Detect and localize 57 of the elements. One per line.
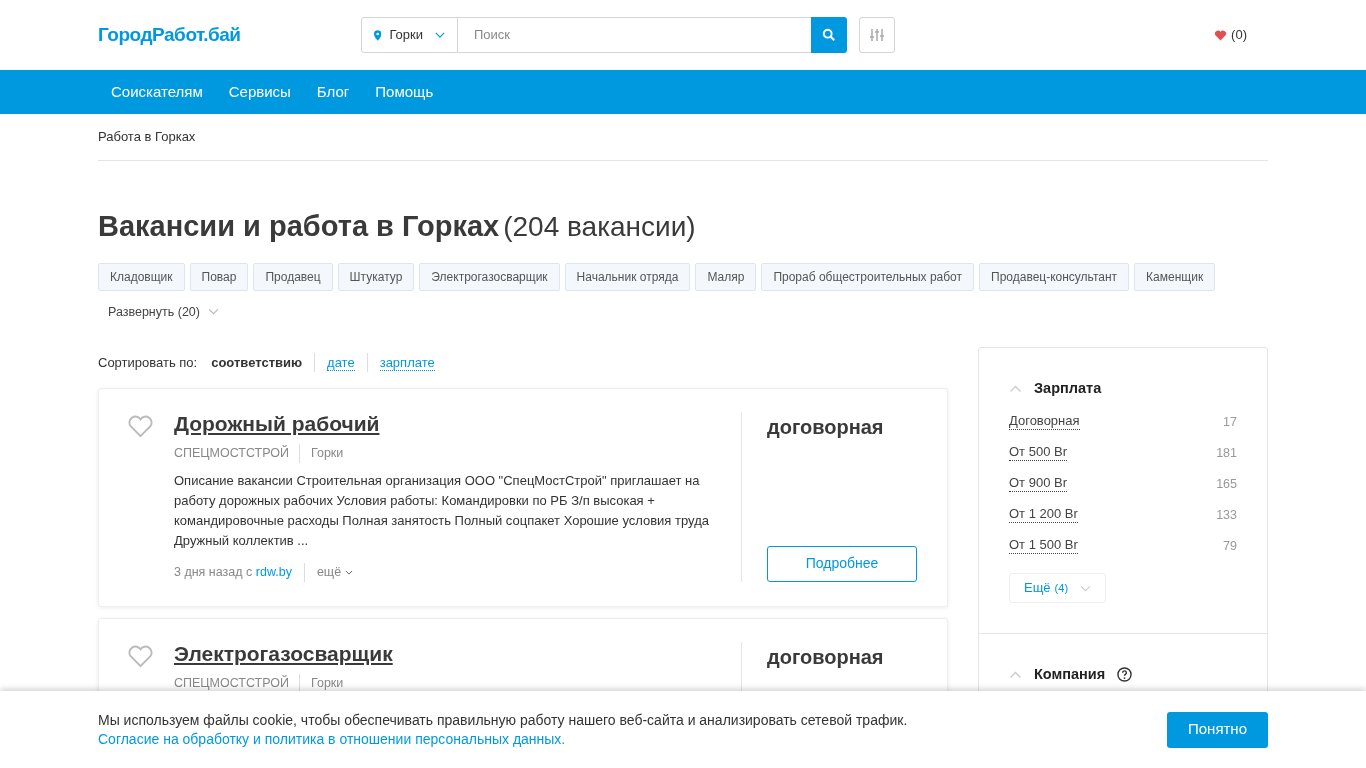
tag-link[interactable]: Кладовщик [98, 262, 185, 291]
chevron-down-icon [1080, 584, 1092, 592]
option-count: 79 [1223, 538, 1237, 555]
search-field[interactable]: Поиск [458, 17, 811, 53]
tag-link[interactable]: Электрогазосварщик [419, 262, 560, 291]
heart-icon [1214, 29, 1228, 41]
tag-link[interactable]: Прораб общестроительных работ [761, 262, 974, 291]
heart-outline-icon[interactable] [127, 643, 154, 668]
expand-button[interactable]: Развернуть (20) [108, 302, 219, 322]
filter-option-link[interactable]: От 500 Br [1009, 444, 1067, 461]
filter-option-link[interactable]: От 1 500 Br [1009, 537, 1078, 554]
vacancy-title-link[interactable]: Электрогазосварщик [174, 641, 717, 666]
salary-text: договорная [767, 415, 885, 441]
filter-option-link[interactable]: От 900 Br [1009, 475, 1067, 492]
chevron-down-icon [207, 308, 219, 316]
map-pin-icon [374, 29, 382, 41]
tag-link[interactable]: Каменщик [1134, 262, 1216, 291]
help-icon[interactable] [1117, 667, 1133, 683]
search-button[interactable] [811, 17, 847, 53]
tag-link[interactable]: Продавец [253, 262, 333, 291]
company-name: СПЕЦМОСТСТРОЙ [174, 444, 300, 463]
sort-option[interactable]: соответствию [211, 354, 303, 370]
tag-link[interactable]: Повар [189, 262, 249, 291]
chevron-down-icon [435, 31, 445, 39]
filter-title: Компания [1034, 665, 1106, 684]
tag-link[interactable]: Начальник отряда [564, 262, 691, 291]
favorites-link[interactable]: (0) [1214, 25, 1247, 45]
tag-link[interactable]: Маляр [695, 262, 757, 291]
filter-option-link[interactable]: От 1 200 Br [1009, 506, 1078, 523]
filter-settings-button[interactable] [859, 17, 895, 53]
more-button[interactable]: ещё [304, 563, 354, 582]
cookie-notice-text: Мы используем файлы cookie, чтобы обеспечивать правильную работу нашего веб-сайта и анализировать сетевой трафик. [98, 710, 908, 730]
sort-label: Сортировать по: [98, 353, 198, 372]
option-count: 181 [1216, 445, 1237, 462]
chevron-up-icon[interactable] [1009, 385, 1022, 394]
filter-option-link[interactable]: Договорная [1009, 413, 1080, 430]
vacancy-description: Описание вакансии Строительная организация ООО "СпецМостСтрой" приглашает на работу дорожных рабочих Условия работы: Командировки по РБ З/п высокая + командировочные расходы Полная занятость Полный соцпакет Хорошие условия труда Дружный коллектив ... [174, 472, 710, 550]
city-name: Горки [310, 674, 344, 692]
breadcrumb-link[interactable]: Работа в Горках [98, 127, 196, 147]
option-count: 17 [1223, 414, 1237, 431]
filter-title: Зарплата [1034, 379, 1102, 399]
option-count: 133 [1216, 507, 1237, 524]
heart-outline-icon[interactable] [127, 414, 154, 439]
vacancy-title-link[interactable]: Дорожный рабочий [174, 412, 717, 437]
salary-text: договорная [767, 644, 885, 670]
city-name: Горки [310, 445, 344, 463]
posted-date: 3 дня назад с [174, 565, 254, 579]
page-title: Вакансии и работа в Горках [98, 209, 500, 244]
tag-link[interactable]: Продавец-консультант [979, 262, 1130, 291]
search-icon [822, 28, 836, 42]
chevron-up-icon[interactable] [1009, 670, 1022, 679]
vacancy-count: (204 вакансии) [503, 210, 696, 244]
location-dropdown[interactable]: Горки [361, 17, 458, 53]
sliders-icon [869, 27, 885, 43]
chevron-down-icon [345, 569, 354, 575]
option-count: 165 [1216, 476, 1237, 493]
tag-link[interactable]: Штукатур [337, 262, 415, 291]
